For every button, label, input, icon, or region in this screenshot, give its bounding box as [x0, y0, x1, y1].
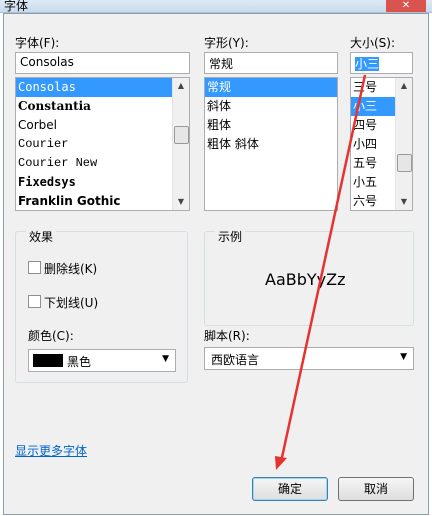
size-list-item[interactable]: 五号 — [351, 154, 395, 173]
size-input-value: 小三 — [355, 57, 380, 71]
size-input[interactable]: 小三 — [350, 52, 413, 74]
size-list-item[interactable]: 六号 — [351, 192, 395, 210]
chevron-down-icon: ▼ — [162, 354, 169, 364]
font-list-item[interactable]: Consolas — [16, 78, 172, 97]
font-dialog: 字体(F): Consolas Consolas Constantia Corbel… — [3, 13, 429, 515]
close-button[interactable]: ✕ — [386, 0, 426, 12]
strikeout-label: 删除线(K) — [44, 262, 98, 276]
font-input-value: Consolas — [20, 55, 74, 69]
color-value: 黑色 — [67, 355, 92, 369]
font-list-item[interactable]: Franklin Gothic — [16, 192, 172, 210]
cancel-button[interactable]: 取消 — [338, 477, 414, 501]
size-list-item[interactable]: 四号 — [351, 116, 395, 135]
size-list[interactable]: 三号 小三 四号 小四 五号 小五 六号 ▲ ▼ — [350, 77, 413, 211]
window-title: 字体 — [4, 0, 29, 13]
font-list-item[interactable]: Constantia — [16, 97, 172, 116]
font-list-item[interactable]: Corbel — [16, 116, 172, 135]
show-more-fonts-link[interactable]: 显示更多字体 — [15, 442, 87, 459]
style-list-item[interactable]: 粗体 斜体 — [205, 135, 337, 154]
size-list-scrollbar[interactable]: ▲ ▼ — [395, 78, 412, 210]
chevron-down-icon: ▼ — [400, 352, 407, 362]
font-list[interactable]: Consolas Constantia Corbel Courier Courier N… — [15, 77, 190, 211]
scroll-down-icon[interactable]: ▼ — [173, 194, 189, 210]
size-list-item[interactable]: 小五 — [351, 173, 395, 192]
title-bar: 字体 ✕ — [0, 0, 432, 13]
style-list[interactable]: 常规 斜体 粗体 粗体 斜体 — [204, 77, 338, 211]
strikeout-checkbox[interactable] — [28, 261, 41, 274]
script-select[interactable]: 西欧语言 ▼ — [204, 347, 414, 370]
size-list-item[interactable]: 小三 — [351, 97, 395, 116]
font-list-item[interactable]: Courier New — [16, 154, 172, 173]
size-list-item[interactable]: 三号 — [351, 78, 395, 97]
effects-title: 效果 — [26, 228, 57, 245]
style-input-value: 常规 — [209, 57, 234, 71]
scroll-down-icon[interactable]: ▼ — [396, 194, 412, 210]
close-icon: ✕ — [401, 0, 411, 11]
style-list-item[interactable]: 斜体 — [205, 97, 337, 116]
color-swatch — [33, 354, 63, 367]
sample-title: 示例 — [215, 228, 246, 245]
font-list-item[interactable]: Courier — [16, 135, 172, 154]
script-value: 西欧语言 — [211, 353, 260, 367]
script-label: 脚本(R): — [204, 329, 250, 343]
color-select[interactable]: 黑色 ▼ — [28, 349, 176, 372]
font-input[interactable]: Consolas — [15, 52, 190, 74]
style-list-item[interactable]: 常规 — [205, 78, 337, 97]
font-label: 字体(F): — [15, 36, 60, 50]
underline-label: 下划线(U) — [44, 296, 99, 310]
font-list-scrollbar[interactable]: ▲ ▼ — [172, 78, 189, 210]
scroll-thumb[interactable] — [397, 154, 412, 172]
color-label: 颜色(C): — [28, 329, 74, 343]
font-list-item[interactable]: Fixedsys — [16, 173, 172, 192]
underline-checkbox[interactable] — [28, 295, 41, 308]
style-input[interactable]: 常规 — [204, 52, 338, 74]
effects-group: 效果 删除线(K) 下划线(U) 颜色(C): 黑色 ▼ — [15, 228, 188, 383]
scroll-up-icon[interactable]: ▲ — [173, 78, 189, 94]
size-label: 大小(S): — [350, 36, 396, 50]
size-list-item[interactable]: 小四 — [351, 135, 395, 154]
scroll-thumb[interactable] — [174, 126, 189, 144]
style-list-item[interactable]: 粗体 — [205, 116, 337, 135]
ok-button[interactable]: 确定 — [252, 477, 328, 501]
scroll-up-icon[interactable]: ▲ — [396, 78, 412, 94]
sample-text: AaBbYyZz — [265, 270, 346, 289]
style-label: 字形(Y): — [204, 36, 249, 50]
sample-group: 示例 AaBbYyZz — [204, 228, 414, 326]
